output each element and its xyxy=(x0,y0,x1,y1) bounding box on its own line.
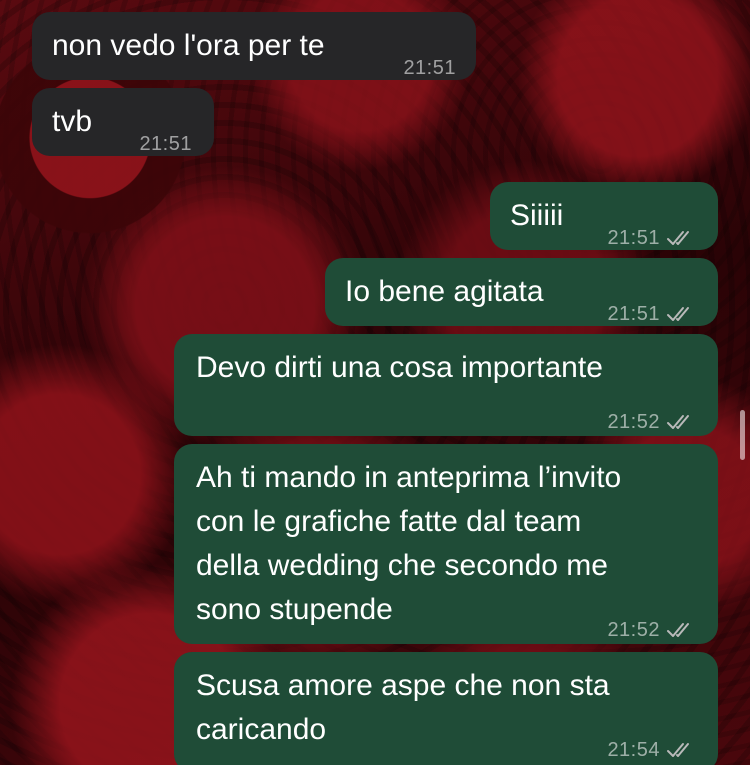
message-time: 21:54 xyxy=(607,739,660,761)
message-text-line: caricando xyxy=(196,713,327,746)
message-bubble-outgoing[interactable]: Siiiii 21:51 xyxy=(490,182,718,250)
message-meta: 21:51 xyxy=(403,46,456,90)
message-text: Io bene agitata xyxy=(345,275,544,308)
message-bubble-incoming[interactable]: tvb 21:51 xyxy=(32,88,214,156)
message-meta: 21:51 xyxy=(607,216,696,260)
message-bubble-outgoing[interactable]: Devo dirti una cosa importante 21:52 xyxy=(174,334,718,436)
message-bubble-outgoing[interactable]: Ah ti mando in anteprima l’invito con le… xyxy=(174,444,718,644)
double-check-icon xyxy=(667,743,689,757)
message-text: Devo dirti una cosa importante xyxy=(196,351,603,384)
message-meta: 21:52 xyxy=(607,400,696,444)
double-check-icon xyxy=(667,307,689,321)
scroll-indicator[interactable] xyxy=(740,410,745,460)
message-text-line: Ah ti mando in anteprima l’invito xyxy=(196,461,622,494)
message-text: non vedo l'ora per te xyxy=(52,29,325,62)
message-bubble-outgoing[interactable]: Io bene agitata 21:51 xyxy=(325,258,718,326)
message-time: 21:51 xyxy=(607,227,660,249)
double-check-icon xyxy=(667,231,689,245)
message-meta: 21:51 xyxy=(139,122,192,166)
message-time: 21:52 xyxy=(607,619,660,641)
message-time: 21:52 xyxy=(607,411,660,433)
message-text-line: Scusa amore aspe che non sta xyxy=(196,669,610,702)
message-bubble-outgoing[interactable]: Scusa amore aspe che non sta caricando 2… xyxy=(174,652,718,765)
message-meta: 21:54 xyxy=(607,728,696,765)
message-text-line: con le grafiche fatte dal team xyxy=(196,505,582,538)
double-check-icon xyxy=(667,415,689,429)
double-check-icon xyxy=(667,623,689,637)
message-time: 21:51 xyxy=(403,57,456,79)
message-time: 21:51 xyxy=(139,133,192,155)
message-text-line: della wedding che secondo me xyxy=(196,549,608,582)
message-text-line: sono stupende xyxy=(196,593,393,626)
message-text: tvb xyxy=(52,105,93,138)
message-time: 21:51 xyxy=(607,303,660,325)
message-meta: 21:52 xyxy=(607,608,696,652)
message-meta: 21:51 xyxy=(607,292,696,336)
message-bubble-incoming[interactable]: non vedo l'ora per te 21:51 xyxy=(32,12,476,80)
message-text: Siiiii xyxy=(510,199,564,232)
